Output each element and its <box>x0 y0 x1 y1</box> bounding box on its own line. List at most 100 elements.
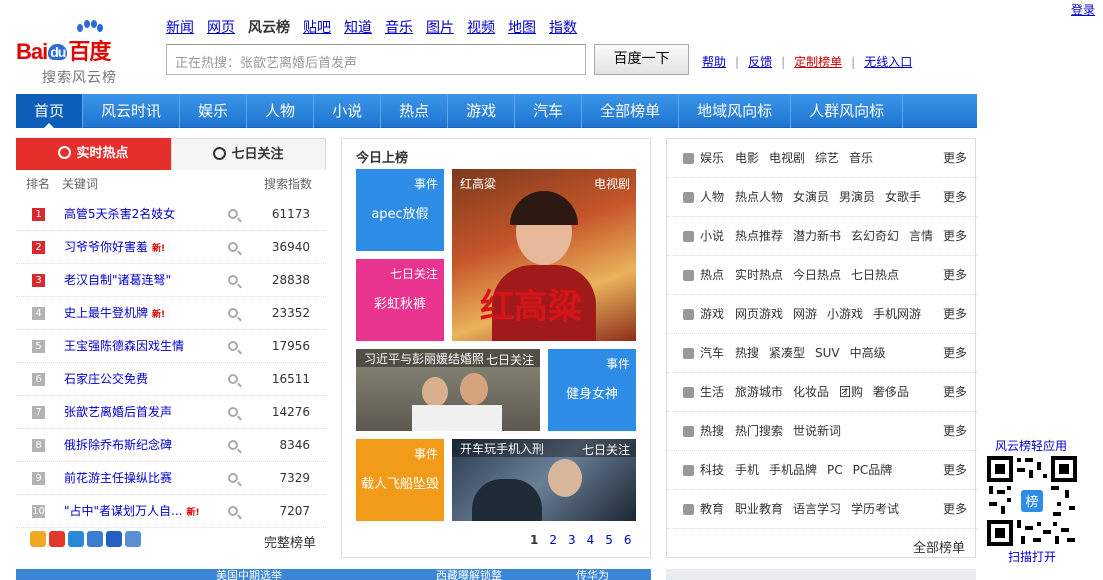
more-link[interactable]: 更多 <box>943 373 967 412</box>
more-link[interactable]: 更多 <box>943 412 967 451</box>
header-link[interactable]: 定制榜单 <box>794 55 842 69</box>
top-nav-item[interactable]: 风云榜 <box>248 20 290 36</box>
category-item[interactable]: 学历考试 <box>851 502 899 516</box>
category-label[interactable]: 人物 <box>700 178 724 217</box>
category-item[interactable]: 女演员 <box>793 190 829 204</box>
top-nav-item[interactable]: 新闻 <box>166 20 194 36</box>
bottom-banner[interactable]: 美国中期选举 西藏曝解锁整 传华为 <box>16 569 651 580</box>
category-item[interactable]: 七日热点 <box>851 268 899 282</box>
category-item[interactable]: 世说新词 <box>793 424 841 438</box>
tile-rainbow-pants[interactable]: 七日关注 彩虹秋裤 <box>356 259 444 341</box>
category-item[interactable]: 热搜 <box>735 346 759 360</box>
category-item[interactable]: 手机品牌 <box>769 463 817 477</box>
category-item[interactable]: 男演员 <box>839 190 875 204</box>
category-label[interactable]: 娱乐 <box>700 139 724 178</box>
category-item[interactable]: PC品牌 <box>853 463 893 477</box>
more-link[interactable]: 更多 <box>943 295 967 334</box>
table-row[interactable]: 2 习爷爷你好害羞 新! 36940 <box>16 231 326 264</box>
tile-hongliang[interactable]: 红高粱 红高粱 电视剧 <box>452 169 636 341</box>
category-item[interactable]: 职业教育 <box>735 502 783 516</box>
top-nav-item[interactable]: 地图 <box>508 20 536 36</box>
qr-code-icon[interactable]: 榜 <box>987 456 1077 546</box>
search-icon[interactable] <box>228 506 238 516</box>
main-nav-item[interactable]: 游戏 <box>448 94 516 128</box>
keyword-link[interactable]: 前花游主任操纵比赛 <box>64 462 176 497</box>
table-row[interactable]: 8 俄拆除乔布斯纪念碑 8346 <box>16 429 326 462</box>
search-icon[interactable] <box>228 407 238 417</box>
category-item[interactable]: 语言学习 <box>793 502 841 516</box>
main-nav-item[interactable]: 风云时讯 <box>83 94 181 128</box>
tab-realtime-hot[interactable]: 实时热点 <box>16 138 171 170</box>
category-label[interactable]: 汽车 <box>700 334 724 373</box>
keyword-link[interactable]: "占中"者谋划万人自... 新! <box>64 495 200 530</box>
keyword-link[interactable]: 王宝强陈德森因戏生情 <box>64 330 188 365</box>
category-item[interactable]: 综艺 <box>815 151 839 165</box>
more-link[interactable]: 更多 <box>943 490 967 529</box>
page-link[interactable]: 2 <box>549 533 557 547</box>
category-item[interactable]: 潜力新书 <box>793 229 841 243</box>
table-row[interactable]: 6 石家庄公交免费 16511 <box>16 363 326 396</box>
share-renren-icon[interactable] <box>87 531 103 547</box>
category-item[interactable]: 旅游城市 <box>735 385 783 399</box>
category-item[interactable]: 紧凑型 <box>769 346 805 360</box>
more-link[interactable]: 更多 <box>943 139 967 178</box>
main-nav-item[interactable]: 人物 <box>247 94 315 128</box>
more-link[interactable]: 更多 <box>943 451 967 490</box>
share-qzone-icon[interactable] <box>30 531 46 547</box>
full-list-link[interactable]: 完整榜单 <box>264 532 316 551</box>
tile-apec[interactable]: 事件 apec放假 <box>356 169 444 251</box>
header-link[interactable]: 帮助 <box>702 55 726 69</box>
category-item[interactable]: 言情 <box>909 229 933 243</box>
search-icon[interactable] <box>228 473 238 483</box>
category-item[interactable]: 网页游戏 <box>735 307 783 321</box>
table-row[interactable]: 3 老汉自制"诸葛连弩" 28838 <box>16 264 326 297</box>
page-link[interactable]: 4 <box>587 533 595 547</box>
category-item[interactable]: 团购 <box>839 385 863 399</box>
category-item[interactable]: 热点推荐 <box>735 229 783 243</box>
keyword-link[interactable]: 俄拆除乔布斯纪念碑 <box>64 429 176 464</box>
category-label[interactable]: 游戏 <box>700 295 724 334</box>
tile-driving-phone[interactable]: 开车玩手机入刑 七日关注 <box>452 439 636 521</box>
share-baidu-icon[interactable] <box>106 531 122 547</box>
category-label[interactable]: 小说 <box>700 217 724 256</box>
search-icon[interactable] <box>228 308 238 318</box>
keyword-link[interactable]: 高管5天杀害2名妓女 <box>64 198 179 233</box>
category-item[interactable]: 今日热点 <box>793 268 841 282</box>
keyword-link[interactable]: 石家庄公交免费 <box>64 363 152 398</box>
main-nav-item[interactable]: 地域风向标 <box>679 94 792 128</box>
top-nav-item[interactable]: 网页 <box>207 20 235 36</box>
table-row[interactable]: 9 前花游主任操纵比赛 7329 <box>16 462 326 495</box>
category-label[interactable]: 热点 <box>700 256 724 295</box>
search-input[interactable]: 正在热搜：张歆艺离婚后首发声 <box>166 44 586 75</box>
baidu-logo[interactable]: Bai du 百度 搜索风云榜 <box>16 20 156 86</box>
category-item[interactable]: 网游 <box>793 307 817 321</box>
search-icon[interactable] <box>228 242 238 252</box>
keyword-link[interactable]: 习爷爷你好害羞 新! <box>64 231 165 266</box>
table-row[interactable]: 7 张歆艺离婚后首发声 14276 <box>16 396 326 429</box>
search-icon[interactable] <box>228 209 238 219</box>
category-item[interactable]: 中高级 <box>850 346 886 360</box>
search-icon[interactable] <box>228 440 238 450</box>
top-nav-item[interactable]: 音乐 <box>385 20 413 36</box>
page-link[interactable]: 3 <box>568 533 576 547</box>
top-nav-item[interactable]: 指数 <box>549 20 577 36</box>
header-link[interactable]: 反馈 <box>748 55 772 69</box>
page-link[interactable]: 6 <box>624 533 632 547</box>
keyword-link[interactable]: 张歆艺离婚后首发声 <box>64 396 176 431</box>
category-item[interactable]: 玄幻奇幻 <box>851 229 899 243</box>
category-item[interactable]: 电视剧 <box>769 151 805 165</box>
main-nav-item[interactable]: 首页 <box>16 94 84 129</box>
page-link[interactable]: 5 <box>605 533 613 547</box>
category-item[interactable]: 手机网游 <box>873 307 921 321</box>
search-icon[interactable] <box>228 341 238 351</box>
table-row[interactable]: 5 王宝强陈德森因戏生情 17956 <box>16 330 326 363</box>
search-button[interactable]: 百度一下 <box>594 44 689 75</box>
main-nav-item[interactable]: 娱乐 <box>180 94 248 128</box>
category-label[interactable]: 教育 <box>700 490 724 529</box>
category-item[interactable]: PC <box>827 463 843 477</box>
more-link[interactable]: 更多 <box>943 217 967 256</box>
tile-spacecraft-crash[interactable]: 事件 载人飞船坠毁 <box>356 439 444 521</box>
table-row[interactable]: 10 "占中"者谋划万人自... 新! 7207 <box>16 495 326 528</box>
all-lists-link[interactable]: 全部榜单 <box>913 537 965 556</box>
top-nav-item[interactable]: 贴吧 <box>303 20 331 36</box>
